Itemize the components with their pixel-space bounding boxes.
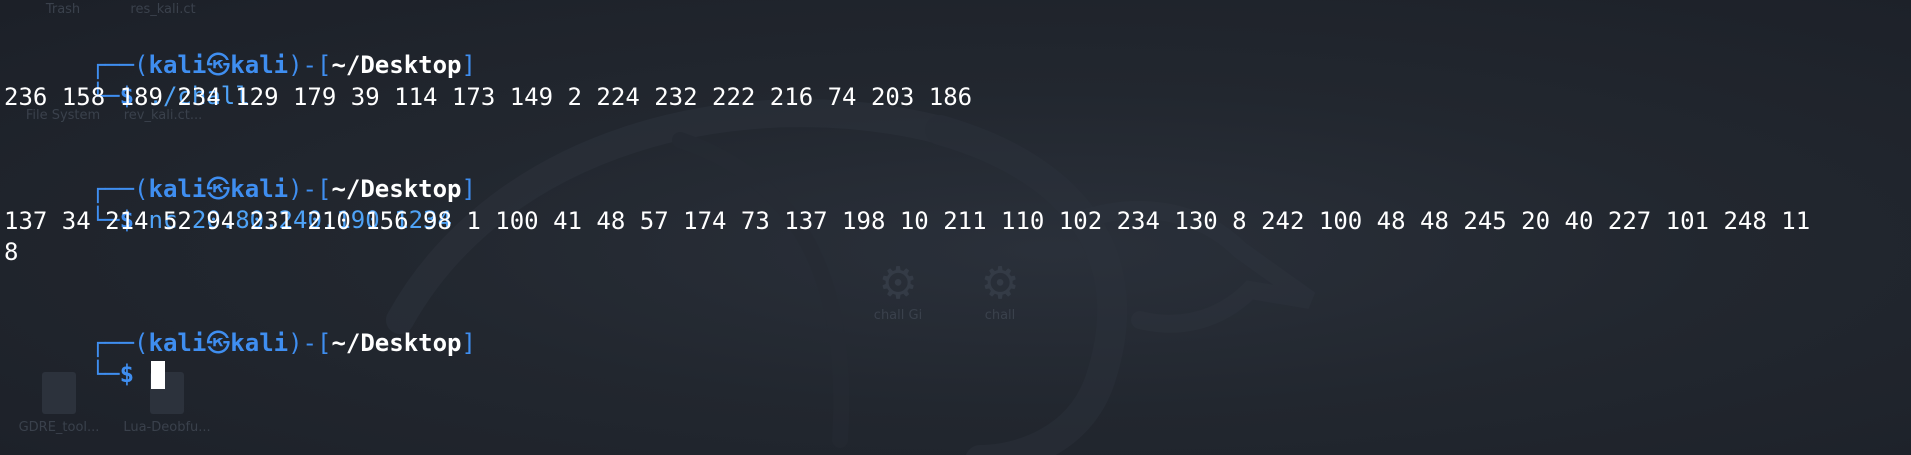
output-line: 8 [4, 238, 19, 266]
prompt-header: ┌──(kali㉿kali)-[~/Desktop] [90, 329, 476, 357]
prompt-command-line: └─$ ./chall [90, 82, 250, 110]
prompt-command-line: └─$ nc 20.80.240.190 1234 [90, 206, 452, 234]
terminal-screen: Trash res_kali.ct File System rev_kali.c… [0, 0, 1911, 455]
output-line: 236 158 189 234 129 179 39 114 173 149 2… [4, 83, 973, 111]
prompt-header: ┌──(kali㉿kali)-[~/Desktop] [90, 51, 476, 79]
prompt-input-line[interactable]: └─$ [4, 329, 165, 389]
text-cursor [150, 361, 165, 389]
terminal-output[interactable]: ┌──(kali㉿kali)-[~/Desktop] └─$ ./chall 2… [0, 0, 1911, 455]
output-line: 137 34 214 52 94 231 210 156 98 1 100 41… [4, 207, 1811, 235]
prompt-header: ┌──(kali㉿kali)-[~/Desktop] [90, 175, 476, 203]
